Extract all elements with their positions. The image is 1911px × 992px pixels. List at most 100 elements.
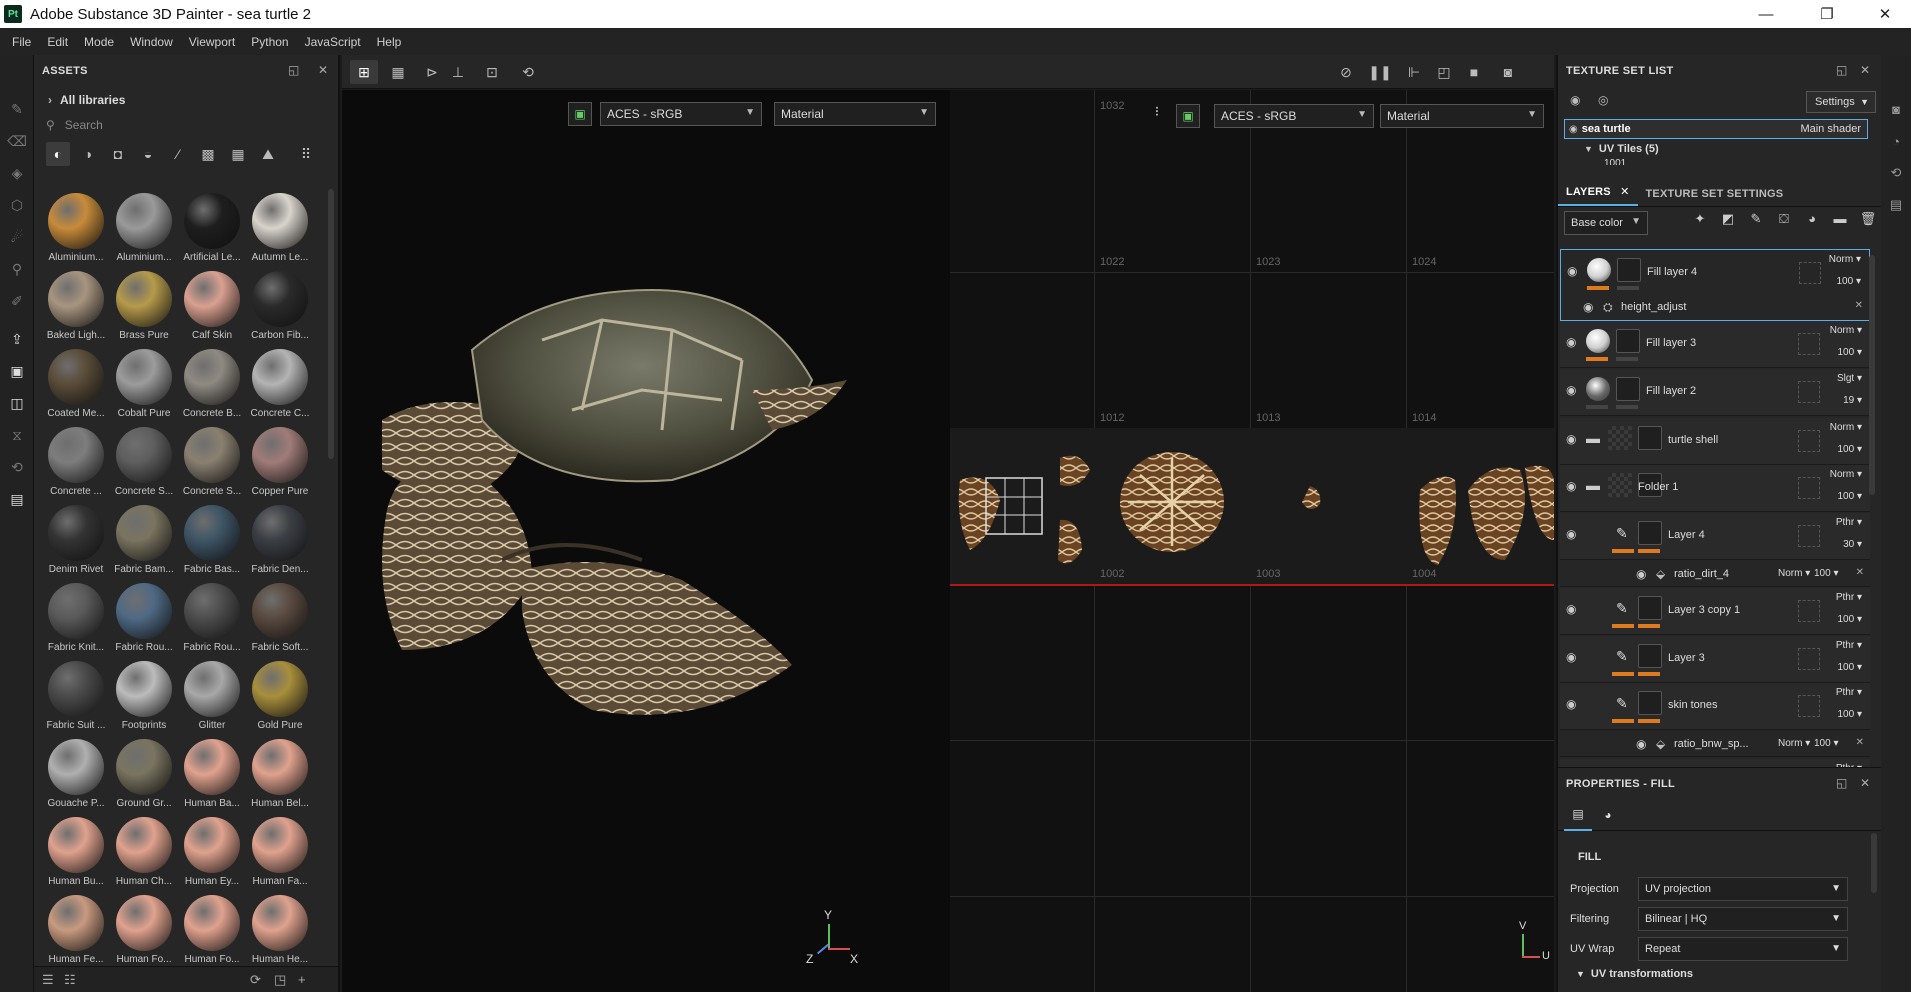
layer-opacity[interactable]: 100 ▾ (1838, 614, 1863, 625)
color-picker-icon[interactable]: ✐ (0, 285, 34, 317)
settings-dropdown[interactable]: Settings ▼ (1806, 91, 1876, 113)
layer-row[interactable]: ◉ Fill layer 2 Slgt ▾ 19 ▾ (1560, 369, 1870, 416)
masks-filter-icon[interactable]: ◘ (106, 142, 130, 166)
asset-tile[interactable]: Human Fo... (178, 891, 246, 969)
eye-icon[interactable]: ◉ (1566, 383, 1576, 397)
asset-search[interactable]: ⚲ Search (34, 113, 338, 137)
eye-icon[interactable]: ◉ (1566, 527, 1576, 541)
asset-tile[interactable]: Carbon Fib... (246, 267, 314, 345)
grunges-filter-icon[interactable]: ▦ (226, 142, 250, 166)
asset-tile[interactable]: Fabric Knit... (42, 579, 110, 657)
asset-tile[interactable]: Human Fo... (110, 891, 178, 969)
asset-tile[interactable]: Aluminium... (42, 189, 110, 267)
tab-layers[interactable]: LAYERS ✕ (1558, 185, 1638, 206)
display-settings-icon[interactable]: ▤ (0, 483, 34, 515)
asset-tile[interactable]: Ground Gr... (110, 735, 178, 813)
layer-opacity[interactable]: 100 ▾ (1838, 444, 1863, 455)
layer-select-box[interactable] (1798, 600, 1820, 622)
eye-icon[interactable]: ◎ (1598, 93, 1608, 107)
brushes-filter-icon[interactable]: ⁄ (166, 142, 190, 166)
asset-tile[interactable]: Fabric Rou... (110, 579, 178, 657)
asset-scrollbar[interactable] (328, 189, 334, 459)
texture-panel-icon[interactable]: ▣ (0, 355, 34, 387)
menu-file[interactable]: File (4, 35, 39, 49)
layer-row[interactable]: ◉ ✎ Layer 3 copy 1 Pthr ▾ 100 ▾ (1560, 588, 1870, 635)
add-folder-icon[interactable]: ▬ (1828, 211, 1852, 235)
camera-icon[interactable]: ■ (1460, 60, 1488, 84)
close-panel-icon[interactable]: ✕ (1860, 776, 1870, 790)
asset-tile[interactable]: Footprints (110, 657, 178, 735)
mesh-panel-icon[interactable]: ◫ (0, 387, 34, 419)
undock-icon[interactable]: ◱ (288, 63, 300, 77)
reset-camera-icon[interactable]: ⟲ (514, 60, 542, 84)
asset-tile[interactable]: Glitter (178, 657, 246, 735)
asset-tile[interactable]: Fabric Suit ... (42, 657, 110, 735)
asset-tile[interactable]: Human Fe... (42, 891, 110, 969)
eye-icon[interactable]: ◉ (1566, 335, 1576, 349)
asset-tile[interactable]: Concrete S... (178, 423, 246, 501)
layer-row[interactable]: ◉ ✎ skin tones Pthr ▾ 100 ▾ (1560, 683, 1870, 730)
add-effect-icon[interactable]: ✦ (1688, 211, 1712, 235)
eye-icon[interactable]: ◉ (1583, 300, 1593, 314)
layer-select-box[interactable] (1798, 648, 1820, 670)
layer-opacity[interactable]: 100 ▾ (1838, 491, 1863, 502)
add-paint-layer-icon[interactable]: ✎ (1744, 211, 1768, 235)
minimize-button[interactable]: — (1743, 0, 1789, 28)
generators-filter-icon[interactable]: ◒ (136, 142, 160, 166)
materials-filter-icon[interactable]: ◐ (46, 142, 70, 166)
layer-select-box[interactable] (1799, 262, 1821, 284)
menu-javascript[interactable]: JavaScript (297, 35, 369, 49)
layer-row[interactable]: ◉ ▬ Folder 1 Norm ▾ 100 ▾ (1560, 465, 1870, 512)
asset-tile[interactable]: Human Fa... (246, 813, 314, 891)
layer-opacity[interactable]: 100 ▾ (1838, 709, 1863, 720)
asset-tile[interactable]: Fabric Den... (246, 501, 314, 579)
assets-panel-icon[interactable]: ⇪ (0, 323, 34, 355)
asset-tile[interactable]: Copper Pure (246, 423, 314, 501)
texture-set-row[interactable]: ◉ sea turtle Main shader (1564, 119, 1868, 139)
asset-tile[interactable]: Baked Ligh... (42, 267, 110, 345)
search-input[interactable]: Search (65, 118, 103, 132)
menu-mode[interactable]: Mode (76, 35, 122, 49)
blend-mode[interactable]: Norm ▾ (1830, 422, 1862, 433)
effect-row[interactable]: ◉ ⬙ ratio_bnw_sp... Norm ▾ 100 ▾ ✕ (1560, 731, 1870, 757)
eye-icon[interactable]: ◉ (1569, 124, 1578, 135)
menu-python[interactable]: Python (243, 35, 296, 49)
filter-list-icon[interactable]: ☷ (64, 972, 76, 988)
eye-icon[interactable]: ◉ (1636, 737, 1646, 751)
eye-icon[interactable]: ◉ (1566, 432, 1576, 446)
effect-row[interactable]: ◉ ⬙ ratio_dirt_4 Norm ▾ 100 ▾ ✕ (1560, 561, 1870, 587)
mirror-y-icon[interactable]: ⊥ (444, 60, 472, 84)
close-panel-icon[interactable]: ✕ (1860, 63, 1870, 77)
eye-icon[interactable]: ◉ (1566, 650, 1576, 664)
blend-mode[interactable]: Norm ▾ (1830, 325, 1862, 336)
projection-icon[interactable]: ◈ (0, 157, 34, 189)
refresh-icon[interactable]: ⟳ (250, 972, 261, 988)
layer-row[interactable]: ◉ Fill layer 3 Norm ▾ 100 ▾ (1560, 321, 1870, 368)
blend-mode[interactable]: Norm ▾ (1829, 254, 1861, 265)
polygon-fill-icon[interactable]: ⬡ (0, 189, 34, 221)
close-button[interactable]: ✕ (1862, 0, 1908, 28)
close-panel-icon[interactable]: ✕ (318, 63, 328, 77)
mirror-x-icon[interactable]: ⊳ (418, 60, 446, 84)
layer-select-box[interactable] (1798, 695, 1820, 717)
asset-tile[interactable]: Human Ey... (178, 813, 246, 891)
paint-brush-icon[interactable]: ✎ (0, 93, 34, 125)
close-tab-icon[interactable]: ✕ (1620, 186, 1629, 198)
asset-tile[interactable]: Coated Me... (42, 345, 110, 423)
channel-select[interactable]: Base color ▼ (1564, 211, 1648, 235)
properties-scrollbar[interactable] (1871, 833, 1877, 893)
remove-effect-icon[interactable]: ✕ (1856, 567, 1864, 578)
texture-set-icon[interactable]: ◙ (1881, 93, 1911, 125)
effect-blend[interactable]: Norm ▾ (1778, 738, 1810, 749)
effect-opacity[interactable]: 100 ▾ (1814, 738, 1839, 749)
layout-2d3d-icon[interactable]: ⊞ (350, 60, 378, 84)
blend-mode[interactable]: Pthr ▾ (1836, 640, 1862, 651)
asset-tile[interactable]: Concrete C... (246, 345, 314, 423)
asset-tile[interactable]: Brass Pure (110, 267, 178, 345)
uv-wrap-select[interactable]: Repeat ▼ (1638, 937, 1848, 961)
add-smart-material-icon[interactable]: ◕ (1800, 211, 1824, 235)
properties-icon[interactable]: ▤ (1881, 189, 1911, 221)
menu-edit[interactable]: Edit (39, 35, 76, 49)
projection-select[interactable]: UV projection ▼ (1638, 877, 1848, 901)
asset-tile[interactable]: Human Bel... (246, 735, 314, 813)
